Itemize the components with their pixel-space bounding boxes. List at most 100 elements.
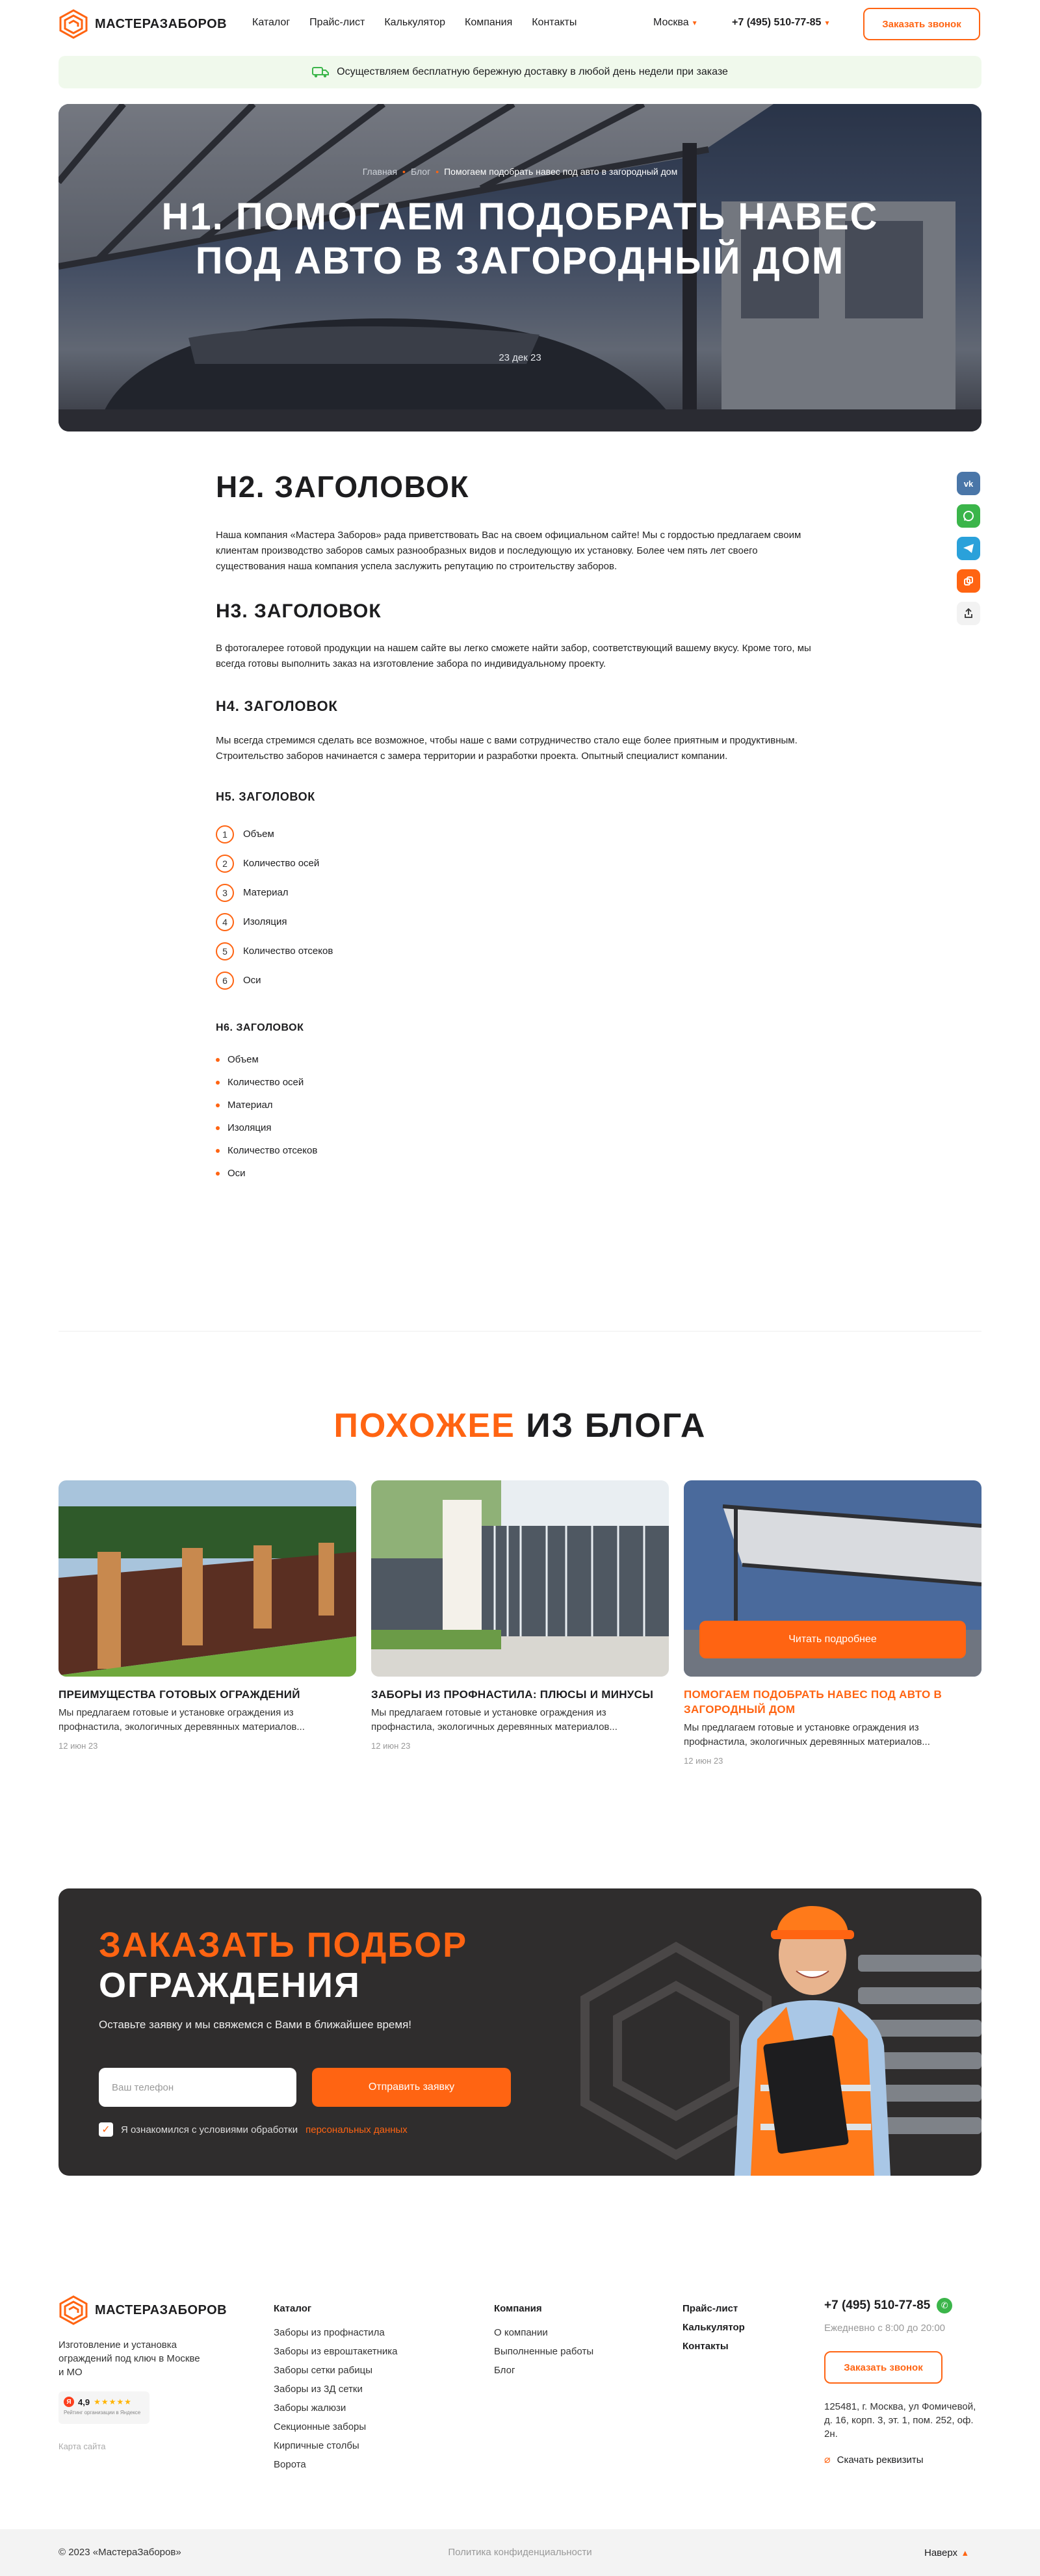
footer-link[interactable]: Заборы из евроштакетника — [274, 2346, 397, 2357]
list-item: Количество отсеков — [216, 1139, 814, 1162]
footer-link[interactable]: Ворота — [274, 2459, 397, 2470]
footer-company-column: Компания О компании Выполненные работы Б… — [494, 2303, 594, 2376]
page-title: H1. ПОМОГАЕМ ПОДОБРАТЬ НАВЕС ПОД АВТО В … — [161, 196, 879, 282]
hero-banner: Главная • Блог • Помогаем подобрать навес по… — [58, 104, 982, 431]
chevron-up-icon: ▴ — [963, 2547, 968, 2558]
footer-logo[interactable]: МАСТЕРАЗАБОРОВ — [58, 2295, 227, 2325]
bullet-icon — [216, 1080, 220, 1085]
ordered-list: 1 Объем 2 Количество осей 3 Материал 4 Изоля… — [216, 819, 814, 995]
list-item: 6 Оси — [216, 966, 814, 995]
main-nav: Каталог Прайс-лист Калькулятор Компания … — [252, 17, 577, 29]
footer-link[interactable]: Выполненные работы — [494, 2346, 593, 2357]
footer-link[interactable]: Секционные заборы — [274, 2421, 397, 2432]
blog-card-active[interactable]: Читать подробнее ПОМОГАЕМ ПОДОБРАТЬ НАВЕ… — [684, 1480, 982, 1766]
truck-icon — [312, 67, 330, 78]
related-blog-title: ПОХОЖЕЕ ИЗ БЛОГА — [333, 1407, 707, 1445]
footer-link[interactable]: Заборы из профнастила — [274, 2327, 397, 2338]
footer-link[interactable]: Заборы из 3Д сетки — [274, 2384, 397, 2395]
submit-request-button[interactable]: Отправить заявку — [312, 2068, 511, 2107]
vk-icon[interactable]: vk — [957, 472, 980, 495]
blog-card-title[interactable]: ЗАБОРЫ ИЗ ПРОФНАСТИЛА: ПЛЮСЫ И МИНУСЫ — [371, 1687, 669, 1702]
worker-image — [734, 1906, 982, 2176]
scroll-top-button[interactable]: Наверх ▴ — [924, 2547, 968, 2559]
list-number: 5 — [216, 942, 234, 960]
nav-calculator[interactable]: Калькулятор — [384, 17, 445, 29]
delivery-banner: Осуществляем бесплатную бережную доставк… — [58, 56, 982, 88]
privacy-link[interactable]: персональных данных — [306, 2124, 408, 2135]
blog-card-text: Мы предлагаем готовые и установке огражд… — [371, 1707, 618, 1732]
footer-link[interactable]: Контакты — [682, 2341, 745, 2352]
checkbox-checked-icon[interactable]: ✓ — [99, 2122, 113, 2137]
logo-text: МАСТЕРАЗАБОРОВ — [95, 16, 228, 31]
call-request-button[interactable]: Заказать звонок — [863, 8, 980, 40]
phone-input[interactable]: Ваш телефон — [99, 2068, 296, 2107]
footer-link[interactable]: Заборы сетки рабицы — [274, 2365, 397, 2376]
breadcrumb-separator: • — [402, 166, 406, 177]
list-item: 4 Изоляция — [216, 907, 814, 936]
blog-card-title[interactable]: ПРЕИМУЩЕСТВА ГОТОВЫХ ОГРАЖДЕНИЙ — [58, 1687, 356, 1702]
logo-icon — [59, 9, 88, 39]
paperclip-icon: ⌀ — [824, 2454, 831, 2466]
blog-card-image[interactable] — [58, 1480, 356, 1677]
nav-company[interactable]: Компания — [465, 17, 512, 29]
heading-h2: H2. ЗАГОЛОВОК — [216, 470, 469, 504]
chevron-down-icon: ▾ — [825, 18, 829, 27]
city-selector[interactable]: Москва ▾ — [653, 17, 697, 29]
order-form-section: ЗАКАЗАТЬ ПОДБОР ОГРАЖДЕНИЯ Оставьте заяв… — [58, 1888, 982, 2176]
read-more-button[interactable]: Читать подробнее — [699, 1621, 966, 1658]
blog-card-image[interactable]: Читать подробнее — [684, 1480, 982, 1677]
footer-link[interactable]: О компании — [494, 2327, 593, 2338]
footer-call-button[interactable]: Заказать звонок — [824, 2351, 942, 2384]
chevron-down-icon: ▾ — [692, 18, 697, 27]
bullet-icon — [216, 1171, 220, 1176]
telegram-icon[interactable] — [957, 537, 980, 560]
consent-checkbox-row[interactable]: ✓ Я ознакомился с условиями обработки пе… — [99, 2122, 408, 2137]
list-number: 4 — [216, 912, 234, 931]
breadcrumb-current: Помогаем подобрать навес под авто в заго… — [444, 166, 678, 177]
nav-catalog[interactable]: Каталог — [252, 17, 290, 29]
nav-price[interactable]: Прайс-лист — [309, 17, 365, 29]
footer-hours: Ежедневно с 8:00 до 20:00 — [824, 2323, 946, 2334]
blog-card[interactable]: ЗАБОРЫ ИЗ ПРОФНАСТИЛА: ПЛЮСЫ И МИНУСЫ Мы… — [371, 1480, 669, 1751]
copy-link-icon[interactable] — [957, 569, 980, 593]
list-item: Изоляция — [216, 1116, 814, 1139]
whatsapp-icon[interactable] — [957, 504, 980, 528]
breadcrumb-home[interactable]: Главная — [363, 166, 397, 177]
footer-phone[interactable]: +7 (495) 510-77-85 ✆ — [824, 2298, 953, 2313]
breadcrumb: Главная • Блог • Помогаем подобрать навес по… — [58, 166, 982, 177]
sitemap-link[interactable]: Карта сайта — [58, 2441, 105, 2451]
logo-icon — [59, 2295, 88, 2325]
breadcrumb-blog[interactable]: Блог — [411, 166, 430, 177]
share-icon[interactable] — [957, 602, 980, 625]
blog-card-title[interactable]: ПОМОГАЕМ ПОДОБРАТЬ НАВЕС ПОД АВТО В ЗАГО… — [684, 1687, 982, 1717]
blog-card-text: Мы предлагаем готовые и установке огражд… — [58, 1707, 305, 1732]
yandex-rating-badge[interactable]: Я 4,9 ★★★★★ Рейтинг организации в Яндексе — [58, 2391, 150, 2424]
blog-card-date: 12 июн 23 — [684, 1756, 723, 1766]
footer-address: 125481, г. Москва, ул Фомичевой, д. 16, … — [824, 2401, 976, 2440]
blog-card-image[interactable] — [371, 1480, 669, 1677]
list-item: Количество осей — [216, 1071, 814, 1094]
footer-link[interactable]: Кирпичные столбы — [274, 2440, 397, 2451]
post-date: 23 дек 23 — [499, 352, 541, 363]
header-phone[interactable]: +7 (495) 510-77-85 ▾ — [732, 17, 829, 29]
footer-link[interactable]: Калькулятор — [682, 2322, 745, 2333]
whatsapp-icon[interactable]: ✆ — [937, 2298, 953, 2313]
footer-link[interactable]: Заборы жалюзи — [274, 2402, 397, 2414]
nav-contacts[interactable]: Контакты — [532, 17, 577, 29]
download-requisites-link[interactable]: ⌀ Скачать реквизиты — [824, 2453, 924, 2466]
footer-links-column: Прайс-лист Калькулятор Контакты — [682, 2303, 745, 2360]
site-logo[interactable]: МАСТЕРАЗАБОРОВ — [58, 9, 227, 39]
order-subtitle: Оставьте заявку и мы свяжемся с Вами в б… — [99, 2018, 411, 2031]
article-paragraph: Наша компания «Мастера Заборов» рада при… — [216, 530, 801, 572]
list-number: 2 — [216, 854, 234, 873]
footer-link[interactable]: Блог — [494, 2365, 593, 2376]
order-title: ЗАКАЗАТЬ ПОДБОР ОГРАЖДЕНИЯ — [99, 1926, 468, 2005]
article-body: H2. ЗАГОЛОВОК Наша компания «Мастера Заб… — [216, 469, 814, 1185]
footer-link[interactable]: Прайс-лист — [682, 2303, 745, 2314]
yandex-icon: Я — [64, 2397, 74, 2407]
blog-card[interactable]: ПРЕИМУЩЕСТВА ГОТОВЫХ ОГРАЖДЕНИЙ Мы предл… — [58, 1480, 356, 1751]
list-item: Материал — [216, 1094, 814, 1116]
heading-h5: H5. ЗАГОЛОВОК — [216, 790, 315, 803]
heading-h3: H3. ЗАГОЛОВОК — [216, 600, 382, 622]
consent-text: Я ознакомился с условиями обработки — [121, 2124, 298, 2135]
